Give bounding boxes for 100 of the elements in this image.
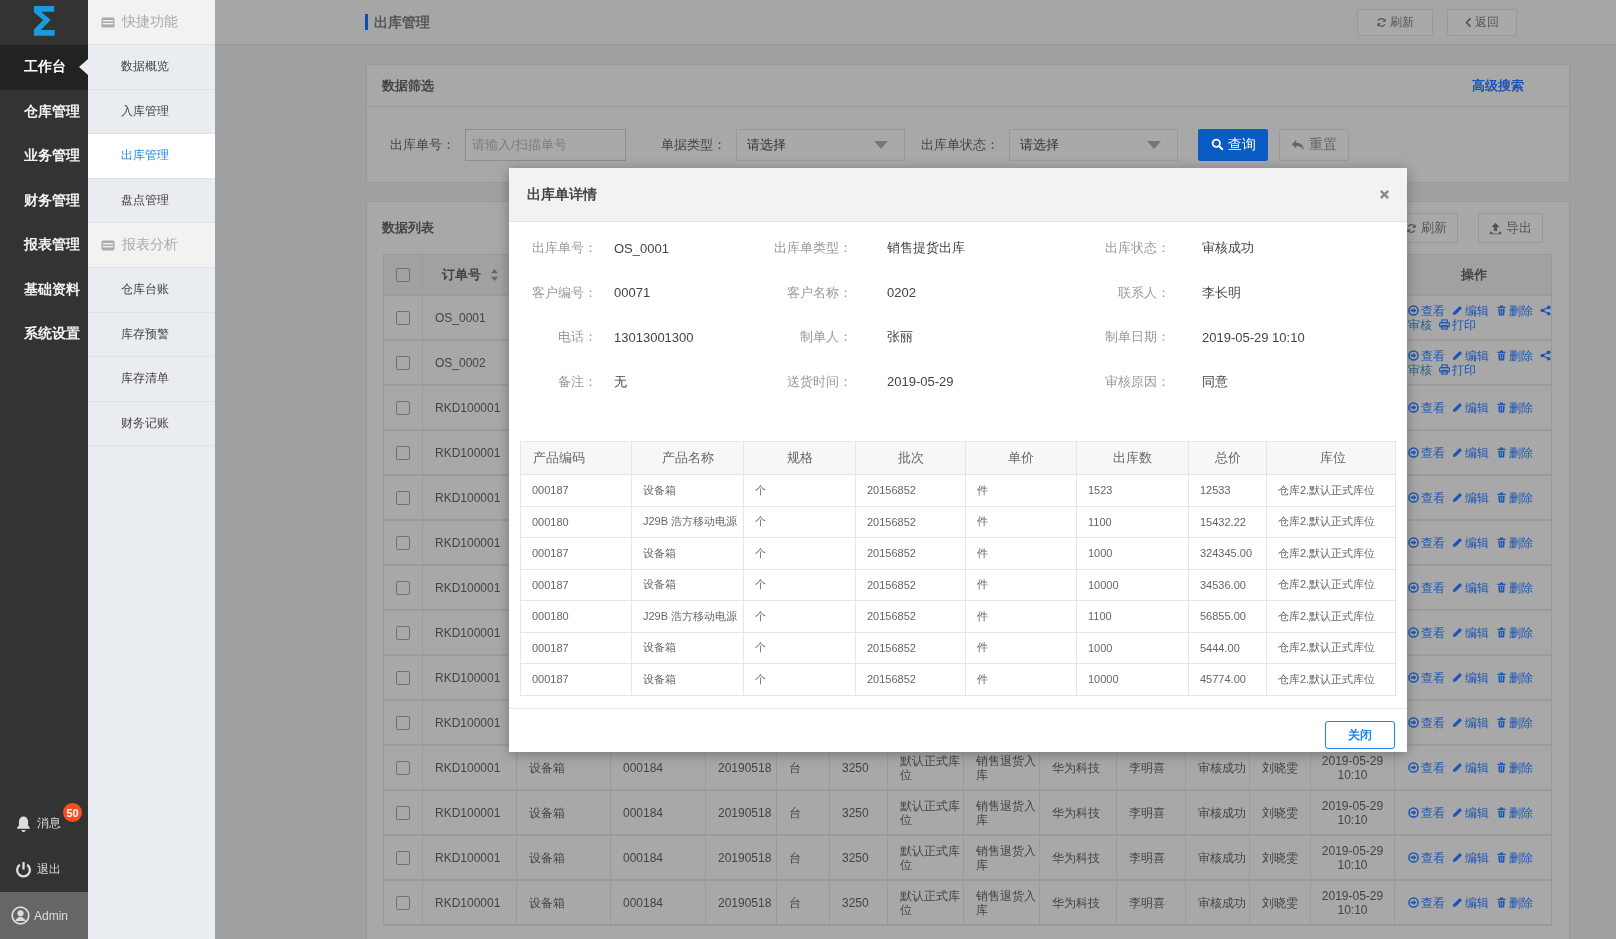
- share-icon[interactable]: [1540, 350, 1551, 361]
- checkbox[interactable]: [396, 805, 410, 820]
- audit-link[interactable]: 审核: [1408, 317, 1432, 332]
- checkbox[interactable]: [396, 355, 410, 370]
- nav-item[interactable]: 报表管理: [0, 223, 88, 268]
- delete-link[interactable]: 删除: [1496, 535, 1533, 550]
- edit-link[interactable]: 编辑: [1452, 580, 1489, 595]
- checkbox[interactable]: [396, 760, 410, 775]
- edit-link[interactable]: 编辑: [1452, 445, 1489, 460]
- view-link[interactable]: 查看: [1408, 805, 1445, 820]
- checkbox[interactable]: [396, 670, 410, 685]
- delete-link[interactable]: 删除: [1496, 625, 1533, 640]
- delete-link[interactable]: 删除: [1496, 805, 1533, 820]
- field-value: 13013001300: [614, 329, 695, 345]
- edit-link[interactable]: 编辑: [1452, 303, 1489, 318]
- delete-link[interactable]: 删除: [1496, 580, 1533, 595]
- delete-link[interactable]: 删除: [1496, 670, 1533, 685]
- checkbox[interactable]: [396, 310, 410, 325]
- checkbox[interactable]: [396, 400, 410, 415]
- count-badge: 50: [63, 803, 82, 822]
- field-value: 2019-05-29: [887, 374, 955, 390]
- table-cell: 20156852: [856, 506, 966, 537]
- edit-link[interactable]: 编辑: [1452, 535, 1489, 550]
- delete-link[interactable]: 删除: [1496, 850, 1533, 865]
- nav-item[interactable]: 工作台: [0, 45, 88, 90]
- dropdown-field[interactable]: 请选择: [736, 128, 905, 161]
- table-cell: 刘晓雯: [1250, 881, 1311, 924]
- checkbox[interactable]: [396, 580, 410, 595]
- checkbox[interactable]: [396, 535, 410, 550]
- edit-link[interactable]: 编辑: [1452, 625, 1489, 640]
- delete-link[interactable]: 删除: [1496, 400, 1533, 415]
- close-icon[interactable]: [1379, 189, 1390, 200]
- view-link[interactable]: 查看: [1408, 850, 1445, 865]
- dropdown-field[interactable]: 请选择: [1009, 128, 1178, 161]
- view-link[interactable]: 查看: [1408, 760, 1445, 775]
- print-link[interactable]: 打印: [1439, 362, 1476, 377]
- pencil-icon: [1452, 402, 1463, 413]
- edit-link[interactable]: 编辑: [1452, 895, 1489, 910]
- view-link[interactable]: 查看: [1408, 303, 1445, 318]
- edit-link[interactable]: 编辑: [1452, 805, 1489, 820]
- user-account[interactable]: Admin: [0, 892, 88, 939]
- edit-link[interactable]: 编辑: [1452, 670, 1489, 685]
- logout-button[interactable]: 退出: [0, 846, 88, 892]
- view-link[interactable]: 查看: [1408, 895, 1445, 910]
- refresh-button[interactable]: 刷新: [1357, 8, 1433, 36]
- checkbox[interactable]: [396, 850, 410, 865]
- share-icon[interactable]: [1540, 305, 1551, 316]
- back-button[interactable]: 返回: [1447, 8, 1517, 36]
- view-link[interactable]: 查看: [1408, 348, 1445, 363]
- delete-link[interactable]: 删除: [1496, 490, 1533, 505]
- edit-link[interactable]: 编辑: [1452, 490, 1489, 505]
- advanced-search-link[interactable]: 高级搜索: [1472, 76, 1524, 95]
- messages-button[interactable]: 消息 50: [0, 800, 88, 846]
- reset-button[interactable]: 重置: [1279, 128, 1349, 161]
- checkbox[interactable]: [396, 267, 410, 282]
- nav-item[interactable]: 系统设置: [0, 312, 88, 357]
- audit-link[interactable]: 审核: [1408, 362, 1432, 377]
- checkbox[interactable]: [396, 625, 410, 640]
- view-link[interactable]: 查看: [1408, 715, 1445, 730]
- panel-title: 数据列表: [382, 219, 434, 237]
- delete-link[interactable]: 删除: [1496, 715, 1533, 730]
- checkbox[interactable]: [396, 445, 410, 460]
- search-button[interactable]: 查询: [1198, 128, 1268, 161]
- table-cell: 20156852: [856, 632, 966, 663]
- nav-item[interactable]: 财务管理: [0, 178, 88, 223]
- table-cell: 个: [744, 664, 856, 695]
- submenu-item[interactable]: 出库管理: [88, 134, 215, 179]
- table-cell: RKD100001: [423, 791, 517, 834]
- export-button[interactable]: 导出: [1478, 213, 1543, 243]
- trash-icon: [1496, 852, 1507, 863]
- delete-link[interactable]: 删除: [1496, 760, 1533, 775]
- table-cell: 销售退货入库: [964, 791, 1040, 834]
- view-link[interactable]: 查看: [1408, 490, 1445, 505]
- table-cell: 20156852: [856, 475, 966, 506]
- view-link[interactable]: 查看: [1408, 670, 1445, 685]
- dropdown-triangle-icon: [874, 140, 888, 149]
- delete-link[interactable]: 删除: [1496, 303, 1533, 318]
- view-link[interactable]: 查看: [1408, 400, 1445, 415]
- print-link[interactable]: 打印: [1439, 317, 1476, 332]
- view-link[interactable]: 查看: [1408, 535, 1445, 550]
- view-link[interactable]: 查看: [1408, 445, 1445, 460]
- delete-link[interactable]: 删除: [1496, 895, 1533, 910]
- checkbox[interactable]: [396, 490, 410, 505]
- nav-item[interactable]: 仓库管理: [0, 89, 88, 134]
- field-label: 出库单号：: [532, 239, 597, 258]
- view-link[interactable]: 查看: [1408, 580, 1445, 595]
- close-button[interactable]: 关闭: [1325, 721, 1395, 749]
- delete-link[interactable]: 删除: [1496, 348, 1533, 363]
- pencil-icon: [1452, 492, 1463, 503]
- edit-link[interactable]: 编辑: [1452, 715, 1489, 730]
- nav-item[interactable]: 基础资料: [0, 267, 88, 312]
- nav-item[interactable]: 业务管理: [0, 134, 88, 179]
- checkbox[interactable]: [396, 895, 410, 910]
- view-link[interactable]: 查看: [1408, 625, 1445, 640]
- edit-link[interactable]: 编辑: [1452, 850, 1489, 865]
- checkbox[interactable]: [396, 715, 410, 730]
- delete-link[interactable]: 删除: [1496, 445, 1533, 460]
- edit-link[interactable]: 编辑: [1452, 400, 1489, 415]
- edit-link[interactable]: 编辑: [1452, 348, 1489, 363]
- edit-link[interactable]: 编辑: [1452, 760, 1489, 775]
